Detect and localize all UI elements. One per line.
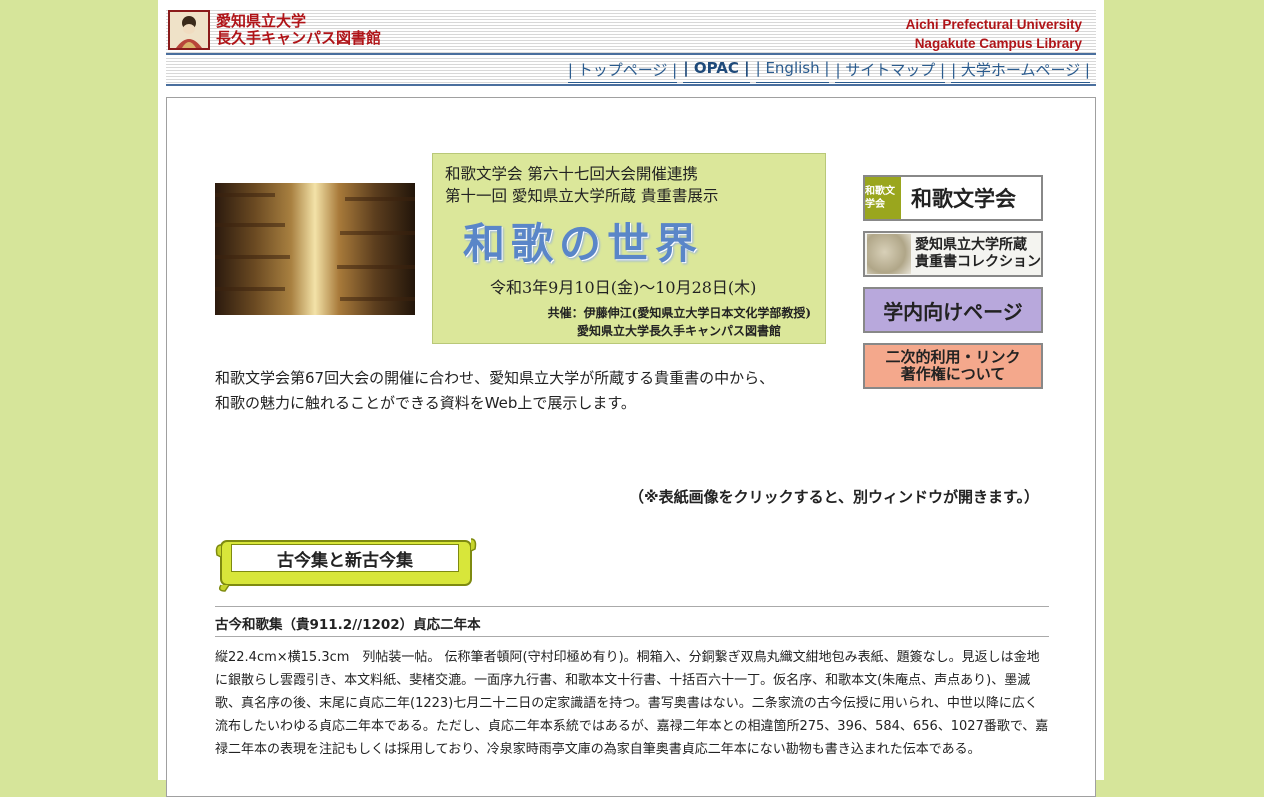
nav-links: | トップページ | | OPAC | | English | | サイトマップ…: [567, 59, 1090, 83]
header-divider: [166, 53, 1096, 55]
library-name-en-line1: Aichi Prefectural University: [905, 17, 1082, 32]
banner-line1: 和歌文学会 第六十七回大会開催連携: [445, 165, 698, 183]
waka-society-tag-icon: 和歌文学会: [865, 177, 901, 219]
nav-sitemap[interactable]: | サイトマップ |: [835, 59, 946, 83]
click-note: （※表紙画像をクリックすると、別ウィンドウが開きます。）: [629, 488, 1039, 506]
intro-line1: 和歌文学会第67回大会の開催に合わせ、愛知県立大学が所蔵する貴重書の中から、: [215, 369, 775, 387]
nav-opac[interactable]: | OPAC |: [683, 59, 750, 83]
nav-divider: [166, 84, 1096, 86]
copyright-label-line1: 二次的利用・リンク: [885, 348, 1021, 366]
rare-books-collection-button[interactable]: 愛知県立大学所蔵 貴重書コレクション: [863, 231, 1043, 277]
banner-line2: 第十一回 愛知県立大学所蔵 貴重書展示: [445, 187, 719, 205]
banner-date: 令和3年9月10日(金)〜10月28日(木): [490, 278, 757, 297]
item-title: 古今和歌集（貴911.2//1202）貞応二年本: [215, 617, 481, 633]
library-stacks-photo: [215, 183, 415, 315]
waka-society-tag-text: 和歌文学会: [865, 186, 895, 210]
library-name-en-line2: Nagakute Campus Library: [914, 36, 1082, 51]
library-logo-icon[interactable]: [168, 10, 210, 50]
banner-cohost-1: 共催：伊藤伸江(愛知県立大学日本文化学部教授): [547, 306, 811, 320]
rare-book-thumbnail-icon: [867, 234, 911, 274]
rare-books-label-line1: 愛知県立大学所蔵: [915, 237, 1027, 253]
intro-line2: 和歌の魅力に触れることができる資料をWeb上で展示します。: [215, 394, 636, 412]
page: 愛知県立大学 長久手キャンパス図書館 Aichi Prefectural Uni…: [158, 0, 1104, 797]
internal-page-label: 学内向けページ: [883, 299, 1023, 324]
library-name-jp-line1: 愛知県立大学: [216, 12, 307, 30]
waka-society-label: 和歌文学会: [911, 186, 1016, 211]
copyright-label-line2: 著作権について: [900, 365, 1006, 383]
banner-title: 和歌の世界: [463, 219, 704, 268]
intro-text: 和歌文学会第67回大会の開催に合わせ、愛知県立大学が所蔵する貴重書の中から、 和…: [215, 366, 774, 416]
section-heading: 古今集と新古今集: [231, 544, 459, 572]
item-divider-top: [215, 606, 1049, 607]
library-name-jp-line2: 長久手キャンパス図書館: [216, 29, 382, 47]
main-content: 和歌文学会 第六十七回大会開催連携 第十一回 愛知県立大学所蔵 貴重書展示 和歌…: [166, 97, 1096, 797]
exhibition-banner: 和歌文学会 第六十七回大会開催連携 第十一回 愛知県立大学所蔵 貴重書展示 和歌…: [432, 153, 826, 344]
library-name-jp[interactable]: 愛知県立大学 長久手キャンパス図書館: [216, 13, 381, 47]
nav-top-page[interactable]: | トップページ |: [567, 59, 678, 83]
rare-books-label-line2: 貴重書コレクション: [915, 254, 1041, 270]
banner-cohost-2: 愛知県立大学長久手キャンパス図書館: [576, 324, 781, 338]
nav-bar: | トップページ | | OPAC | | English | | サイトマップ…: [166, 56, 1096, 84]
site-header: 愛知県立大学 長久手キャンパス図書館 Aichi Prefectural Uni…: [166, 8, 1096, 54]
nav-university-home[interactable]: | 大学ホームページ |: [951, 59, 1090, 83]
copyright-button[interactable]: 二次的利用・リンク 著作権について: [863, 343, 1043, 389]
waka-society-button[interactable]: 和歌文学会 和歌文学会: [863, 175, 1043, 221]
item-description: 縦22.4cm×横15.3cm 列帖装一帖。 伝称筆者頓阿(守村印極め有り)。桐…: [215, 650, 1049, 757]
nav-english[interactable]: | English |: [755, 59, 830, 83]
section-heading-scroll: 古今集と新古今集: [215, 535, 477, 593]
item-divider-bottom: [215, 636, 1049, 637]
internal-page-button[interactable]: 学内向けページ: [863, 287, 1043, 333]
library-name-en: Aichi Prefectural University Nagakute Ca…: [906, 15, 1082, 53]
rare-books-label: 愛知県立大学所蔵 貴重書コレクション: [915, 237, 1041, 271]
